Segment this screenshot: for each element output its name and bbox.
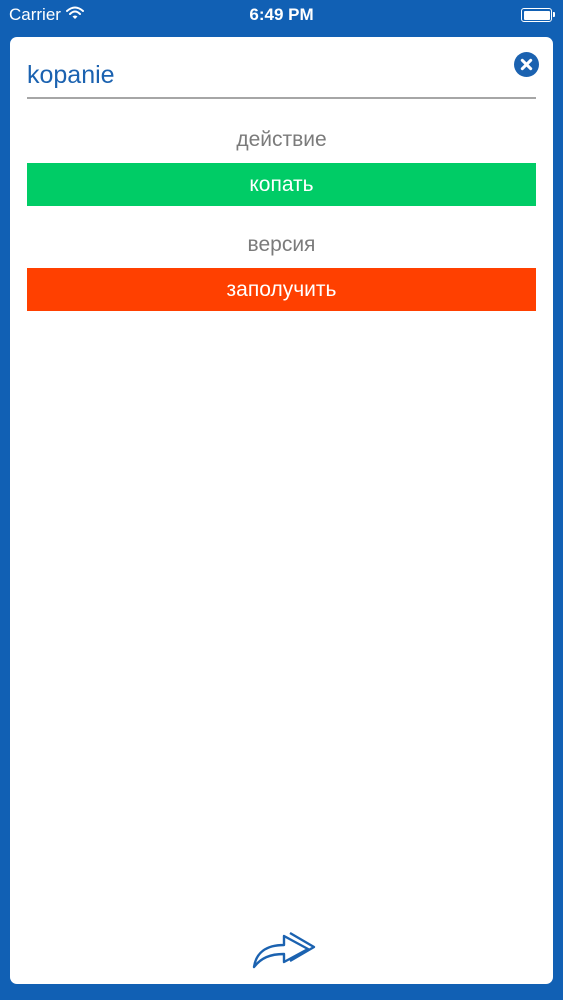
clear-button[interactable] [514, 52, 539, 77]
translation-card: действие копать версия заполучить [10, 37, 553, 984]
part-of-speech-label: действие [236, 128, 327, 151]
search-row [27, 52, 539, 99]
close-icon [520, 58, 533, 71]
clock: 6:49 PM [249, 5, 314, 24]
translation-result[interactable]: заполучить [27, 268, 536, 311]
part-of-speech-label: версия [247, 233, 316, 256]
status-bar: Carrier 6:49 PM [0, 0, 563, 32]
results-list: действие копать версия заполучить [27, 117, 536, 327]
share-arrow-icon [252, 931, 316, 969]
share-button[interactable] [250, 927, 316, 971]
translation-result[interactable]: копать [27, 163, 536, 206]
battery-icon [521, 8, 555, 22]
search-input[interactable] [27, 59, 497, 91]
